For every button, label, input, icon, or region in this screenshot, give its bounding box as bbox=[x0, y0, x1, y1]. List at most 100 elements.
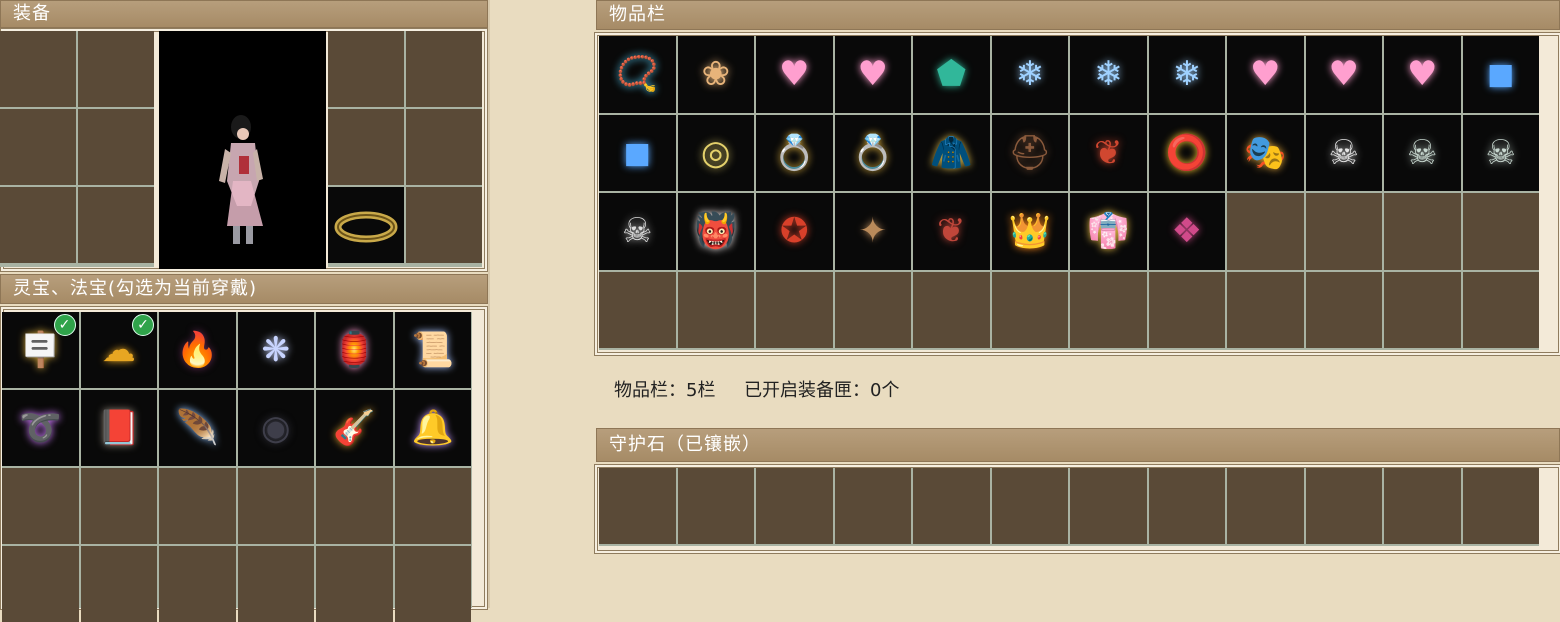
lingbao-slot[interactable] bbox=[80, 468, 157, 544]
lingbao-slot[interactable] bbox=[2, 546, 79, 622]
lingbao-slot[interactable]: 🔥 bbox=[159, 312, 236, 388]
inventory-slot[interactable]: ❄ bbox=[1070, 36, 1147, 113]
lingbao-slot[interactable]: 📕 bbox=[80, 390, 157, 466]
guardstone-slot[interactable] bbox=[1462, 468, 1539, 544]
equip-slot[interactable] bbox=[0, 109, 76, 185]
guardstone-slot[interactable] bbox=[677, 468, 754, 544]
inventory-slot[interactable]: ❦ bbox=[913, 193, 990, 270]
lingbao-slot[interactable] bbox=[394, 546, 471, 622]
lingbao-slot[interactable] bbox=[237, 546, 314, 622]
lingbao-slot[interactable] bbox=[2, 468, 79, 544]
inventory-slot[interactable] bbox=[1462, 193, 1539, 270]
inventory-slot[interactable]: ☠ bbox=[1462, 114, 1539, 191]
lingbao-slot[interactable] bbox=[394, 468, 471, 544]
inventory-slot[interactable] bbox=[1227, 271, 1304, 348]
inventory-slot[interactable]: ♥ bbox=[834, 36, 911, 113]
lingbao-slot[interactable]: ➰ bbox=[2, 390, 79, 466]
inventory-slot[interactable]: ◼ bbox=[599, 114, 676, 191]
equip-slot[interactable] bbox=[0, 31, 76, 107]
equip-slot[interactable] bbox=[78, 109, 154, 185]
inventory-slot[interactable]: ☠ bbox=[1384, 114, 1461, 191]
equip-slot[interactable] bbox=[406, 187, 482, 263]
inventory-slot[interactable] bbox=[913, 271, 990, 348]
lingbao-slot[interactable]: ❋ bbox=[237, 312, 314, 388]
inventory-slot[interactable]: ⭕ bbox=[1148, 114, 1225, 191]
inventory-slot[interactable] bbox=[599, 271, 676, 348]
inventory-slot[interactable]: ❄ bbox=[1148, 36, 1225, 113]
tome-icon: 📕 bbox=[97, 408, 140, 448]
inventory-slot[interactable]: ❖ bbox=[1148, 193, 1225, 270]
inventory-slot[interactable]: ♥ bbox=[1305, 36, 1382, 113]
inventory-slot[interactable] bbox=[1148, 271, 1225, 348]
equip-slot[interactable] bbox=[78, 187, 154, 263]
lingbao-slot[interactable]: 🏮 bbox=[316, 312, 393, 388]
inventory-slot[interactable]: ◼ bbox=[1462, 36, 1539, 113]
inventory-slot[interactable]: ♥ bbox=[1227, 36, 1304, 113]
guardstone-slot[interactable] bbox=[1227, 468, 1304, 544]
equip-slot[interactable] bbox=[328, 31, 404, 107]
inventory-slot[interactable] bbox=[1384, 193, 1461, 270]
inventory-slot[interactable]: ☠ bbox=[1305, 114, 1382, 191]
lingbao-slot[interactable]: ☁ ✓ bbox=[80, 312, 157, 388]
inventory-slot[interactable] bbox=[991, 271, 1068, 348]
inventory-slot[interactable]: ❀ bbox=[677, 36, 754, 113]
inventory-slot[interactable] bbox=[1305, 193, 1382, 270]
guardstone-slot[interactable] bbox=[1305, 468, 1382, 544]
inventory-slot[interactable]: 💍 bbox=[834, 114, 911, 191]
equip-slot-belt[interactable] bbox=[328, 187, 404, 263]
lingbao-slot[interactable]: 📜 bbox=[394, 312, 471, 388]
inventory-grid: 📿 ❀ ♥ ♥ ⬟ ❄ ❄ ❄ ♥ ♥ ♥ ◼ ◼ ◎ 💍 💍 🧥 ⛑ ❦ ⭕ 🎭 ☠ ☠ ☠ ☠ 👹 ✪ ✦ ❦ 👑 👘 ❖ bbox=[599, 36, 1539, 350]
inventory-slot[interactable] bbox=[1305, 271, 1382, 348]
lingbao-slot[interactable] bbox=[237, 468, 314, 544]
inventory-slot[interactable] bbox=[677, 271, 754, 348]
inventory-slot[interactable]: ⛑ bbox=[991, 114, 1068, 191]
ice-crystal-icon: ❄ bbox=[1172, 54, 1202, 95]
lingbao-slot[interactable] bbox=[159, 468, 236, 544]
guardstone-slot[interactable] bbox=[913, 468, 990, 544]
lingbao-slot[interactable] bbox=[316, 546, 393, 622]
inventory-slot[interactable]: 📿 bbox=[599, 36, 676, 113]
inventory-slot[interactable]: ⬟ bbox=[913, 36, 990, 113]
lingbao-slot[interactable]: 🎸 bbox=[316, 390, 393, 466]
inventory-slot[interactable] bbox=[1384, 271, 1461, 348]
lingbao-title: 灵宝、法宝(勾选为当前穿戴) bbox=[13, 278, 258, 299]
inventory-slot[interactable]: 👑 bbox=[991, 193, 1068, 270]
inventory-slot[interactable] bbox=[1227, 193, 1304, 270]
inventory-slot[interactable]: 💍 bbox=[756, 114, 833, 191]
inventory-slot[interactable]: ❦ bbox=[1070, 114, 1147, 191]
inventory-slot[interactable]: ❄ bbox=[991, 36, 1068, 113]
inventory-slot[interactable] bbox=[756, 271, 833, 348]
equip-slot[interactable] bbox=[328, 109, 404, 185]
lingbao-slot[interactable]: ◉ bbox=[237, 390, 314, 466]
equip-slot[interactable] bbox=[406, 109, 482, 185]
inventory-slot[interactable]: 👹 bbox=[677, 193, 754, 270]
inventory-slot[interactable]: 👘 bbox=[1070, 193, 1147, 270]
equip-slot[interactable] bbox=[0, 187, 76, 263]
inventory-slot[interactable]: 🎭 bbox=[1227, 114, 1304, 191]
inventory-slot[interactable]: ✦ bbox=[834, 193, 911, 270]
guardstone-slot[interactable] bbox=[756, 468, 833, 544]
lingbao-slot[interactable]: 🪶 bbox=[159, 390, 236, 466]
equip-slot[interactable] bbox=[406, 31, 482, 107]
lingbao-slot[interactable] bbox=[80, 546, 157, 622]
lingbao-slot[interactable]: 🔔 bbox=[394, 390, 471, 466]
inventory-slot[interactable] bbox=[834, 271, 911, 348]
guardstone-slot[interactable] bbox=[1148, 468, 1225, 544]
guardstone-slot[interactable] bbox=[1070, 468, 1147, 544]
equip-slot[interactable] bbox=[78, 31, 154, 107]
inventory-slot[interactable] bbox=[1462, 271, 1539, 348]
inventory-slot[interactable]: ◎ bbox=[677, 114, 754, 191]
guardstone-slot[interactable] bbox=[599, 468, 676, 544]
guardstone-slot[interactable] bbox=[1384, 468, 1461, 544]
inventory-slot[interactable]: ✪ bbox=[756, 193, 833, 270]
guardstone-slot[interactable] bbox=[991, 468, 1068, 544]
inventory-slot[interactable]: ♥ bbox=[1384, 36, 1461, 113]
inventory-slot[interactable]: ♥ bbox=[756, 36, 833, 113]
inventory-slot[interactable]: 🧥 bbox=[913, 114, 990, 191]
inventory-slot[interactable] bbox=[1070, 271, 1147, 348]
lingbao-slot[interactable]: 🪧 ✓ bbox=[2, 312, 79, 388]
lingbao-slot[interactable] bbox=[316, 468, 393, 544]
lingbao-slot[interactable] bbox=[159, 546, 236, 622]
guardstone-slot[interactable] bbox=[834, 468, 911, 544]
inventory-slot[interactable]: ☠ bbox=[599, 193, 676, 270]
